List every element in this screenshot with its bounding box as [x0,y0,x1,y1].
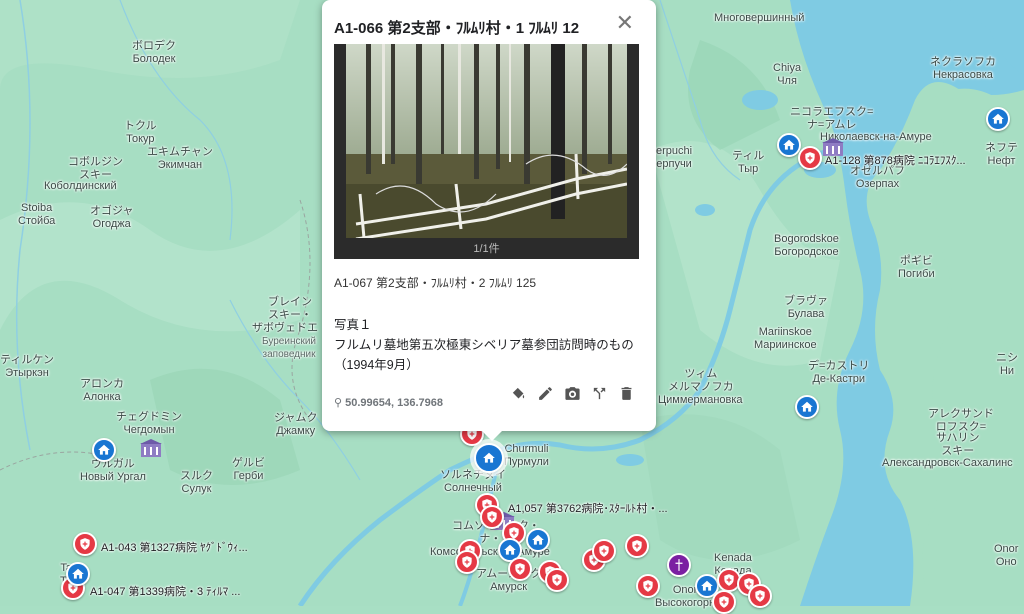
place-label: オゼルパフ Озерпах [850,165,905,190]
place-label: Циммермановка [658,394,743,406]
place-label: ヴルガル Новый Ургал [80,458,146,483]
photo-counter: 1/1件 [473,243,500,255]
place-label: サハリン スキー [936,432,980,457]
place-label: アロンカ Алонка [80,378,124,403]
location-pin-icon: ⚲ [334,397,343,409]
place-label: Буреинский заповедник [262,336,317,360]
hospital-marker-icon[interactable] [545,568,569,592]
place-label: トクル Токур [124,120,157,145]
place-label: ソルネチヌイ Солнечный [440,469,506,494]
place-label: Chiya Чля [773,62,802,87]
caption-text: フルムリ墓地第五次極東シベリア墓参団訪問時のもの（1994年9月） [334,338,634,372]
route-icon[interactable] [591,385,608,402]
place-label: Churmuli Пурмули [504,443,549,468]
place-label: Mariinskoe Мариинское [754,326,817,351]
place-label: ゲルビ Герби [232,457,265,482]
place-label: オゴジャ Огоджа [90,205,134,230]
popup-title: A1-066 第2支部・ﾌﾙﾑﾘ村・1 ﾌﾙﾑﾘ 12 [334,20,580,37]
home-marker-icon[interactable] [986,107,1010,131]
place-label: ティル Тыр [732,150,765,175]
place-label: スルク Сулук [180,470,213,495]
landmark-icon[interactable] [140,439,162,457]
place-label: ネクラソフカ Некрасовка [930,56,996,81]
marker-label[interactable]: A1,057 第3762病院･ｽﾀｰﾙﾄ村・... [508,500,668,516]
hospital-marker-icon[interactable] [592,539,616,563]
place-label: ザボヴェドエ [252,322,318,334]
place-label: ブレイン スキー・ [268,296,312,321]
trash-icon[interactable] [618,385,635,402]
home-marker-icon[interactable] [777,133,801,157]
place-label: Bogorodskoe Богородское [774,233,839,258]
info-popup: A1-066 第2支部・ﾌﾙﾑﾘ村・1 ﾌﾙﾑﾘ 12 ✕ 1/1件 A1-06… [322,0,656,441]
hospital-marker-icon[interactable] [455,550,479,574]
church-marker-icon[interactable] [667,553,691,577]
place-label: エキムチャン Экимчан [147,146,213,171]
forest-photo [346,44,627,238]
camera-icon[interactable] [564,385,581,402]
home-marker-icon[interactable] [795,395,819,419]
place-label: Onor Оно [994,543,1019,568]
hospital-marker-icon[interactable] [712,590,736,614]
place-label: ニコラエフスク= ナ=アムレ [790,106,874,131]
marker-label[interactable]: A1-128 第878病院 ﾆｺﾗｴﾌｽｸ... [825,152,966,168]
place-label: ニシ Ни [996,352,1018,377]
popup-toolbar [510,385,635,402]
marker-label[interactable]: A1-047 第1339病院・3 ﾃｨﾙﾏ ... [90,583,240,599]
home-marker-icon[interactable] [526,528,550,552]
hospital-marker-icon[interactable] [798,146,822,170]
hospital-marker-icon[interactable] [480,505,504,529]
home-marker-icon[interactable] [66,562,90,586]
hospital-marker-icon[interactable] [636,574,660,598]
place-label: erpuchi ерпучи [656,145,693,170]
marker-label[interactable]: A1-043 第1327病院 ﾔｸﾞﾄﾞｳｨ... [101,539,248,555]
coordinates-value: 50.99654, 136.7968 [345,397,443,409]
hospital-marker-icon[interactable] [73,532,97,556]
place-label: Кобoлдинский [44,180,117,192]
pencil-icon[interactable] [537,385,554,402]
hospital-marker-icon[interactable] [508,557,532,581]
place-label: チェグドミン Чегдомын [116,411,182,436]
home-marker-icon[interactable] [92,438,116,462]
place-label: デ=カストリ Де-Кастри [808,360,870,385]
coordinates: ⚲ 50.99654, 136.7968 [334,396,443,409]
place-label: ボロデク Болодек [132,40,176,65]
popup-photo[interactable]: 1/1件 [334,44,639,259]
place-label: Stoiba Стойба [18,202,56,227]
selected-home-marker-icon[interactable] [474,443,504,473]
place-label: ポギビ Погиби [898,255,935,280]
place-label: ティルケン Этыркэн [0,354,55,379]
place-label: ブラヴァ Булава [784,295,828,320]
place-label: アレクサンド ロフスク= [928,408,994,433]
popup-caption: 写真１ フルムリ墓地第五次極東シベリア墓参団訪問時のもの（1994年9月） [334,315,634,375]
place-label: ツィム メルマノフカ [668,368,734,393]
place-label: コボルジン スキー [68,156,123,181]
hospital-marker-icon[interactable] [625,534,649,558]
close-icon[interactable]: ✕ [616,12,634,34]
place-label: Александровск-Сахалинс [882,457,1013,469]
paint-bucket-icon[interactable] [510,385,527,402]
caption-label: 写真１ [334,318,372,332]
place-label: ネフテ Нефт [985,142,1018,167]
hospital-marker-icon[interactable] [748,584,772,608]
place-label: Многовершинный [714,12,805,24]
popup-subtitle: A1-067 第2支部・ﾌﾙﾑﾘ村・2 ﾌﾙﾑﾘ 125 [334,276,537,290]
place-label: ジャムク Джамку [274,412,318,437]
